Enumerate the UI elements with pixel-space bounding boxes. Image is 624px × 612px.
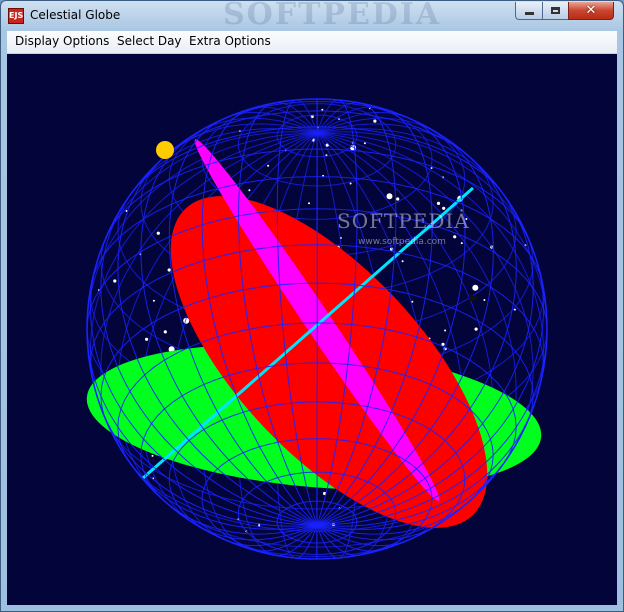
celestial-globe[interactable] xyxy=(7,54,617,605)
sun-marker[interactable] xyxy=(156,141,174,159)
menu-bar: Display Options Select Day Extra Options xyxy=(7,31,617,54)
top-watermark: SOFTPEDIA xyxy=(223,0,442,32)
star xyxy=(349,182,352,185)
star xyxy=(386,193,393,200)
minimize-icon xyxy=(524,12,534,15)
star xyxy=(167,268,171,272)
star xyxy=(453,235,457,239)
star xyxy=(156,231,160,235)
star xyxy=(113,279,117,283)
star xyxy=(151,454,154,457)
close-icon: ✕ xyxy=(585,3,597,18)
star xyxy=(373,119,377,123)
star xyxy=(472,284,479,291)
app-icon[interactable]: EJS xyxy=(8,8,24,24)
star xyxy=(441,342,445,346)
maximize-icon xyxy=(551,7,560,14)
grid-line xyxy=(519,232,534,301)
star xyxy=(401,260,404,263)
window-title: Celestial Globe xyxy=(30,8,121,22)
title-bar[interactable]: EJS Celestial Globe SOFTPEDIA ✕ xyxy=(1,0,623,32)
star xyxy=(267,164,270,167)
softpedia-watermark: SOFTPEDIA xyxy=(337,209,470,233)
star xyxy=(248,189,251,192)
menu-select-day[interactable]: Select Day xyxy=(117,34,182,48)
globe-canvas[interactable]: SOFTPEDIA www.softpedia.com xyxy=(7,54,617,605)
star xyxy=(474,327,478,331)
app-window: EJS Celestial Globe SOFTPEDIA ✕ Display … xyxy=(0,0,624,612)
star xyxy=(145,337,149,341)
close-button[interactable]: ✕ xyxy=(568,2,614,20)
star xyxy=(483,299,486,301)
maximize-button[interactable] xyxy=(542,2,569,20)
star xyxy=(460,242,463,245)
menu-display-options[interactable]: Display Options xyxy=(15,34,109,48)
softpedia-url: www.softpedia.com xyxy=(358,237,446,247)
star xyxy=(308,202,310,205)
star xyxy=(396,197,400,201)
star xyxy=(152,299,155,302)
menu-extra-options[interactable]: Extra Options xyxy=(189,34,271,48)
minimize-button[interactable] xyxy=(515,2,543,20)
star xyxy=(436,201,441,205)
star xyxy=(163,330,167,334)
star xyxy=(363,142,366,145)
star xyxy=(444,329,447,332)
star xyxy=(513,308,516,311)
